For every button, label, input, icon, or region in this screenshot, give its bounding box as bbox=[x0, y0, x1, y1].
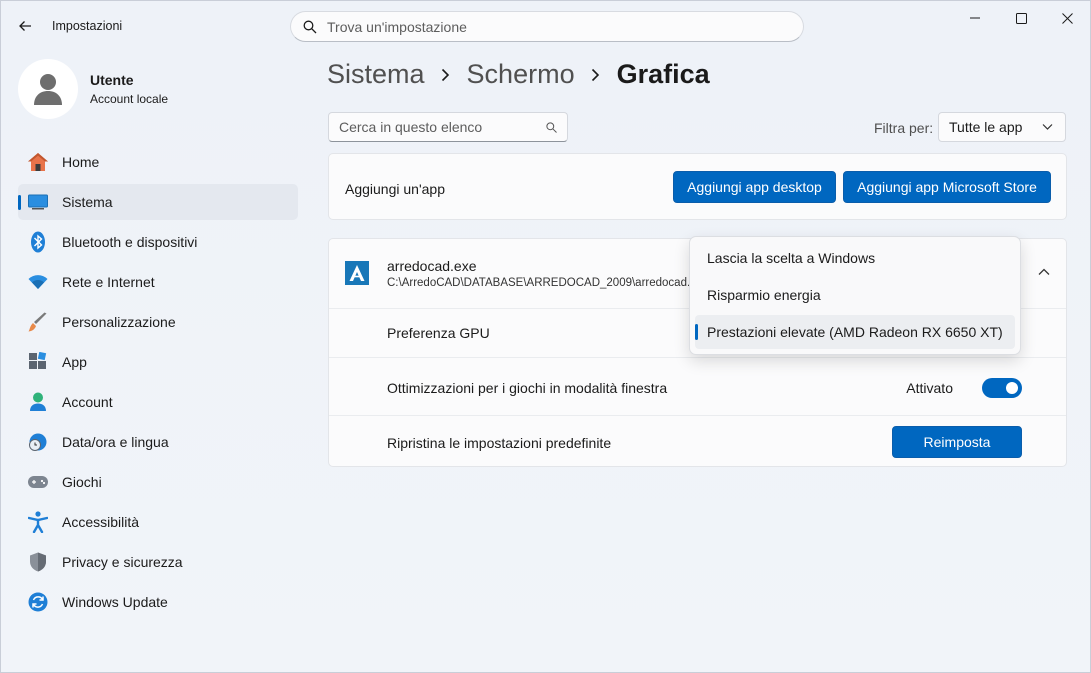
close-icon bbox=[1061, 12, 1073, 24]
close-button[interactable] bbox=[1044, 1, 1090, 35]
add-store-app-button[interactable]: Aggiungi app Microsoft Store bbox=[843, 171, 1051, 203]
filter-label: Filtra per: bbox=[874, 120, 934, 136]
sidebar-item-label: Personalizzazione bbox=[62, 314, 176, 330]
filter-dropdown[interactable]: Tutte le app bbox=[938, 112, 1066, 142]
gamepad-icon bbox=[26, 470, 50, 494]
settings-search-input[interactable] bbox=[327, 18, 767, 35]
minimize-icon bbox=[970, 17, 980, 19]
sidebar-item-label: App bbox=[62, 354, 87, 370]
system-icon bbox=[26, 190, 50, 214]
sidebar-item-time-language[interactable]: Data/ora e lingua bbox=[18, 424, 298, 460]
back-arrow-icon bbox=[19, 21, 31, 31]
accessibility-icon bbox=[26, 510, 50, 534]
sidebar-item-network[interactable]: Rete e Internet bbox=[18, 264, 298, 300]
maximize-icon bbox=[1015, 12, 1027, 24]
add-app-label: Aggiungi un'app bbox=[345, 181, 445, 197]
sidebar-item-bluetooth[interactable]: Bluetooth e dispositivi bbox=[18, 224, 298, 260]
clock-globe-icon bbox=[26, 430, 50, 454]
maximize-button[interactable] bbox=[998, 1, 1044, 35]
brush-icon bbox=[26, 310, 50, 334]
minimize-button[interactable] bbox=[952, 1, 998, 35]
title-bar: Impostazioni bbox=[1, 1, 1090, 49]
user-avatar-icon bbox=[34, 74, 62, 105]
app-path: C:\ArredoCAD\DATABASE\ARREDOCAD_2009\arr… bbox=[387, 277, 689, 289]
sidebar-item-home[interactable]: Home bbox=[18, 144, 298, 180]
chevron-down-icon bbox=[1042, 124, 1053, 130]
sidebar-item-apps[interactable]: App bbox=[18, 344, 298, 380]
reset-row: Ripristina le impostazioni predefinite R… bbox=[329, 415, 1066, 468]
app-list-search-input[interactable] bbox=[339, 119, 534, 135]
sidebar-item-label: Sistema bbox=[62, 194, 113, 210]
app-list-search-box[interactable] bbox=[328, 112, 568, 142]
page-title: Grafica bbox=[616, 59, 710, 89]
sidebar-item-gaming[interactable]: Giochi bbox=[18, 464, 298, 500]
windowed-optimization-label: Ottimizzazioni per i giochi in modalità … bbox=[387, 380, 668, 396]
sidebar-item-label: Privacy e sicurezza bbox=[62, 554, 183, 570]
search-icon bbox=[546, 122, 557, 133]
app-name: arredocad.exe bbox=[387, 258, 477, 274]
wifi-icon bbox=[26, 270, 50, 294]
sidebar-item-label: Home bbox=[62, 154, 100, 170]
gpu-option-let-windows-decide[interactable]: Lascia la scelta a Windows bbox=[695, 241, 1015, 275]
sidebar-item-label: Account bbox=[62, 394, 113, 410]
sidebar-item-privacy[interactable]: Privacy e sicurezza bbox=[18, 544, 298, 580]
sidebar-item-label: Bluetooth e dispositivi bbox=[62, 234, 198, 250]
settings-window: Impostazioni Utente Account l bbox=[0, 0, 1091, 673]
shield-icon bbox=[26, 550, 50, 574]
avatar bbox=[18, 59, 78, 119]
filter-selected-value: Tutte le app bbox=[949, 119, 1023, 135]
sidebar-item-account[interactable]: Account bbox=[18, 384, 298, 420]
add-app-card: Aggiungi un'app Aggiungi app desktop Agg… bbox=[328, 153, 1067, 220]
settings-search-box[interactable] bbox=[290, 11, 804, 42]
arredocad-logo-icon bbox=[345, 261, 369, 285]
add-desktop-app-button[interactable]: Aggiungi app desktop bbox=[673, 171, 836, 203]
gpu-preference-dropdown: Lascia la scelta a Windows Risparmio ene… bbox=[689, 236, 1021, 355]
chevron-right-icon bbox=[590, 67, 602, 83]
gpu-preference-label: Preferenza GPU bbox=[387, 325, 490, 341]
chevron-right-icon bbox=[440, 67, 452, 83]
gpu-option-power-saving[interactable]: Risparmio energia bbox=[695, 278, 1015, 312]
breadcrumb-item-system[interactable]: Sistema bbox=[327, 59, 425, 90]
sidebar-item-label: Windows Update bbox=[62, 594, 168, 610]
breadcrumb: Sistema Schermo Grafica bbox=[327, 59, 710, 90]
update-icon bbox=[26, 590, 50, 614]
sidebar-item-label: Data/ora e lingua bbox=[62, 434, 169, 450]
reset-button[interactable]: Reimposta bbox=[892, 426, 1022, 458]
sidebar-nav: Home Sistema Bluetooth e dispositivi Ret… bbox=[18, 144, 298, 624]
sidebar-item-accessibility[interactable]: Accessibilità bbox=[18, 504, 298, 540]
sidebar-item-system[interactable]: Sistema bbox=[18, 184, 298, 220]
windowed-optimization-toggle[interactable] bbox=[982, 378, 1022, 398]
sidebar-item-label: Accessibilità bbox=[62, 514, 140, 530]
sidebar-item-personalization[interactable]: Personalizzazione bbox=[18, 304, 298, 340]
home-icon bbox=[26, 150, 50, 174]
bluetooth-icon bbox=[26, 230, 50, 254]
user-name: Utente bbox=[90, 72, 134, 88]
app-title: Impostazioni bbox=[52, 19, 123, 33]
sidebar-item-windows-update[interactable]: Windows Update bbox=[18, 584, 298, 620]
apps-icon bbox=[26, 350, 50, 374]
gpu-option-high-performance[interactable]: Prestazioni elevate (AMD Radeon RX 6650 … bbox=[695, 315, 1015, 349]
reset-label: Ripristina le impostazioni predefinite bbox=[387, 435, 612, 451]
sidebar-item-label: Rete e Internet bbox=[62, 274, 155, 290]
user-profile[interactable]: Utente Account locale bbox=[18, 59, 168, 119]
back-button[interactable] bbox=[11, 13, 39, 39]
breadcrumb-item-display[interactable]: Schermo bbox=[467, 59, 575, 90]
sidebar-item-label: Giochi bbox=[62, 474, 102, 490]
chevron-up-icon[interactable] bbox=[1038, 266, 1050, 278]
search-icon bbox=[303, 20, 317, 33]
account-type: Account locale bbox=[90, 92, 169, 106]
account-icon bbox=[26, 390, 50, 414]
toggle-state-label: Attivato bbox=[906, 380, 953, 396]
windowed-optimization-row: Ottimizzazioni per i giochi in modalità … bbox=[329, 357, 1066, 415]
